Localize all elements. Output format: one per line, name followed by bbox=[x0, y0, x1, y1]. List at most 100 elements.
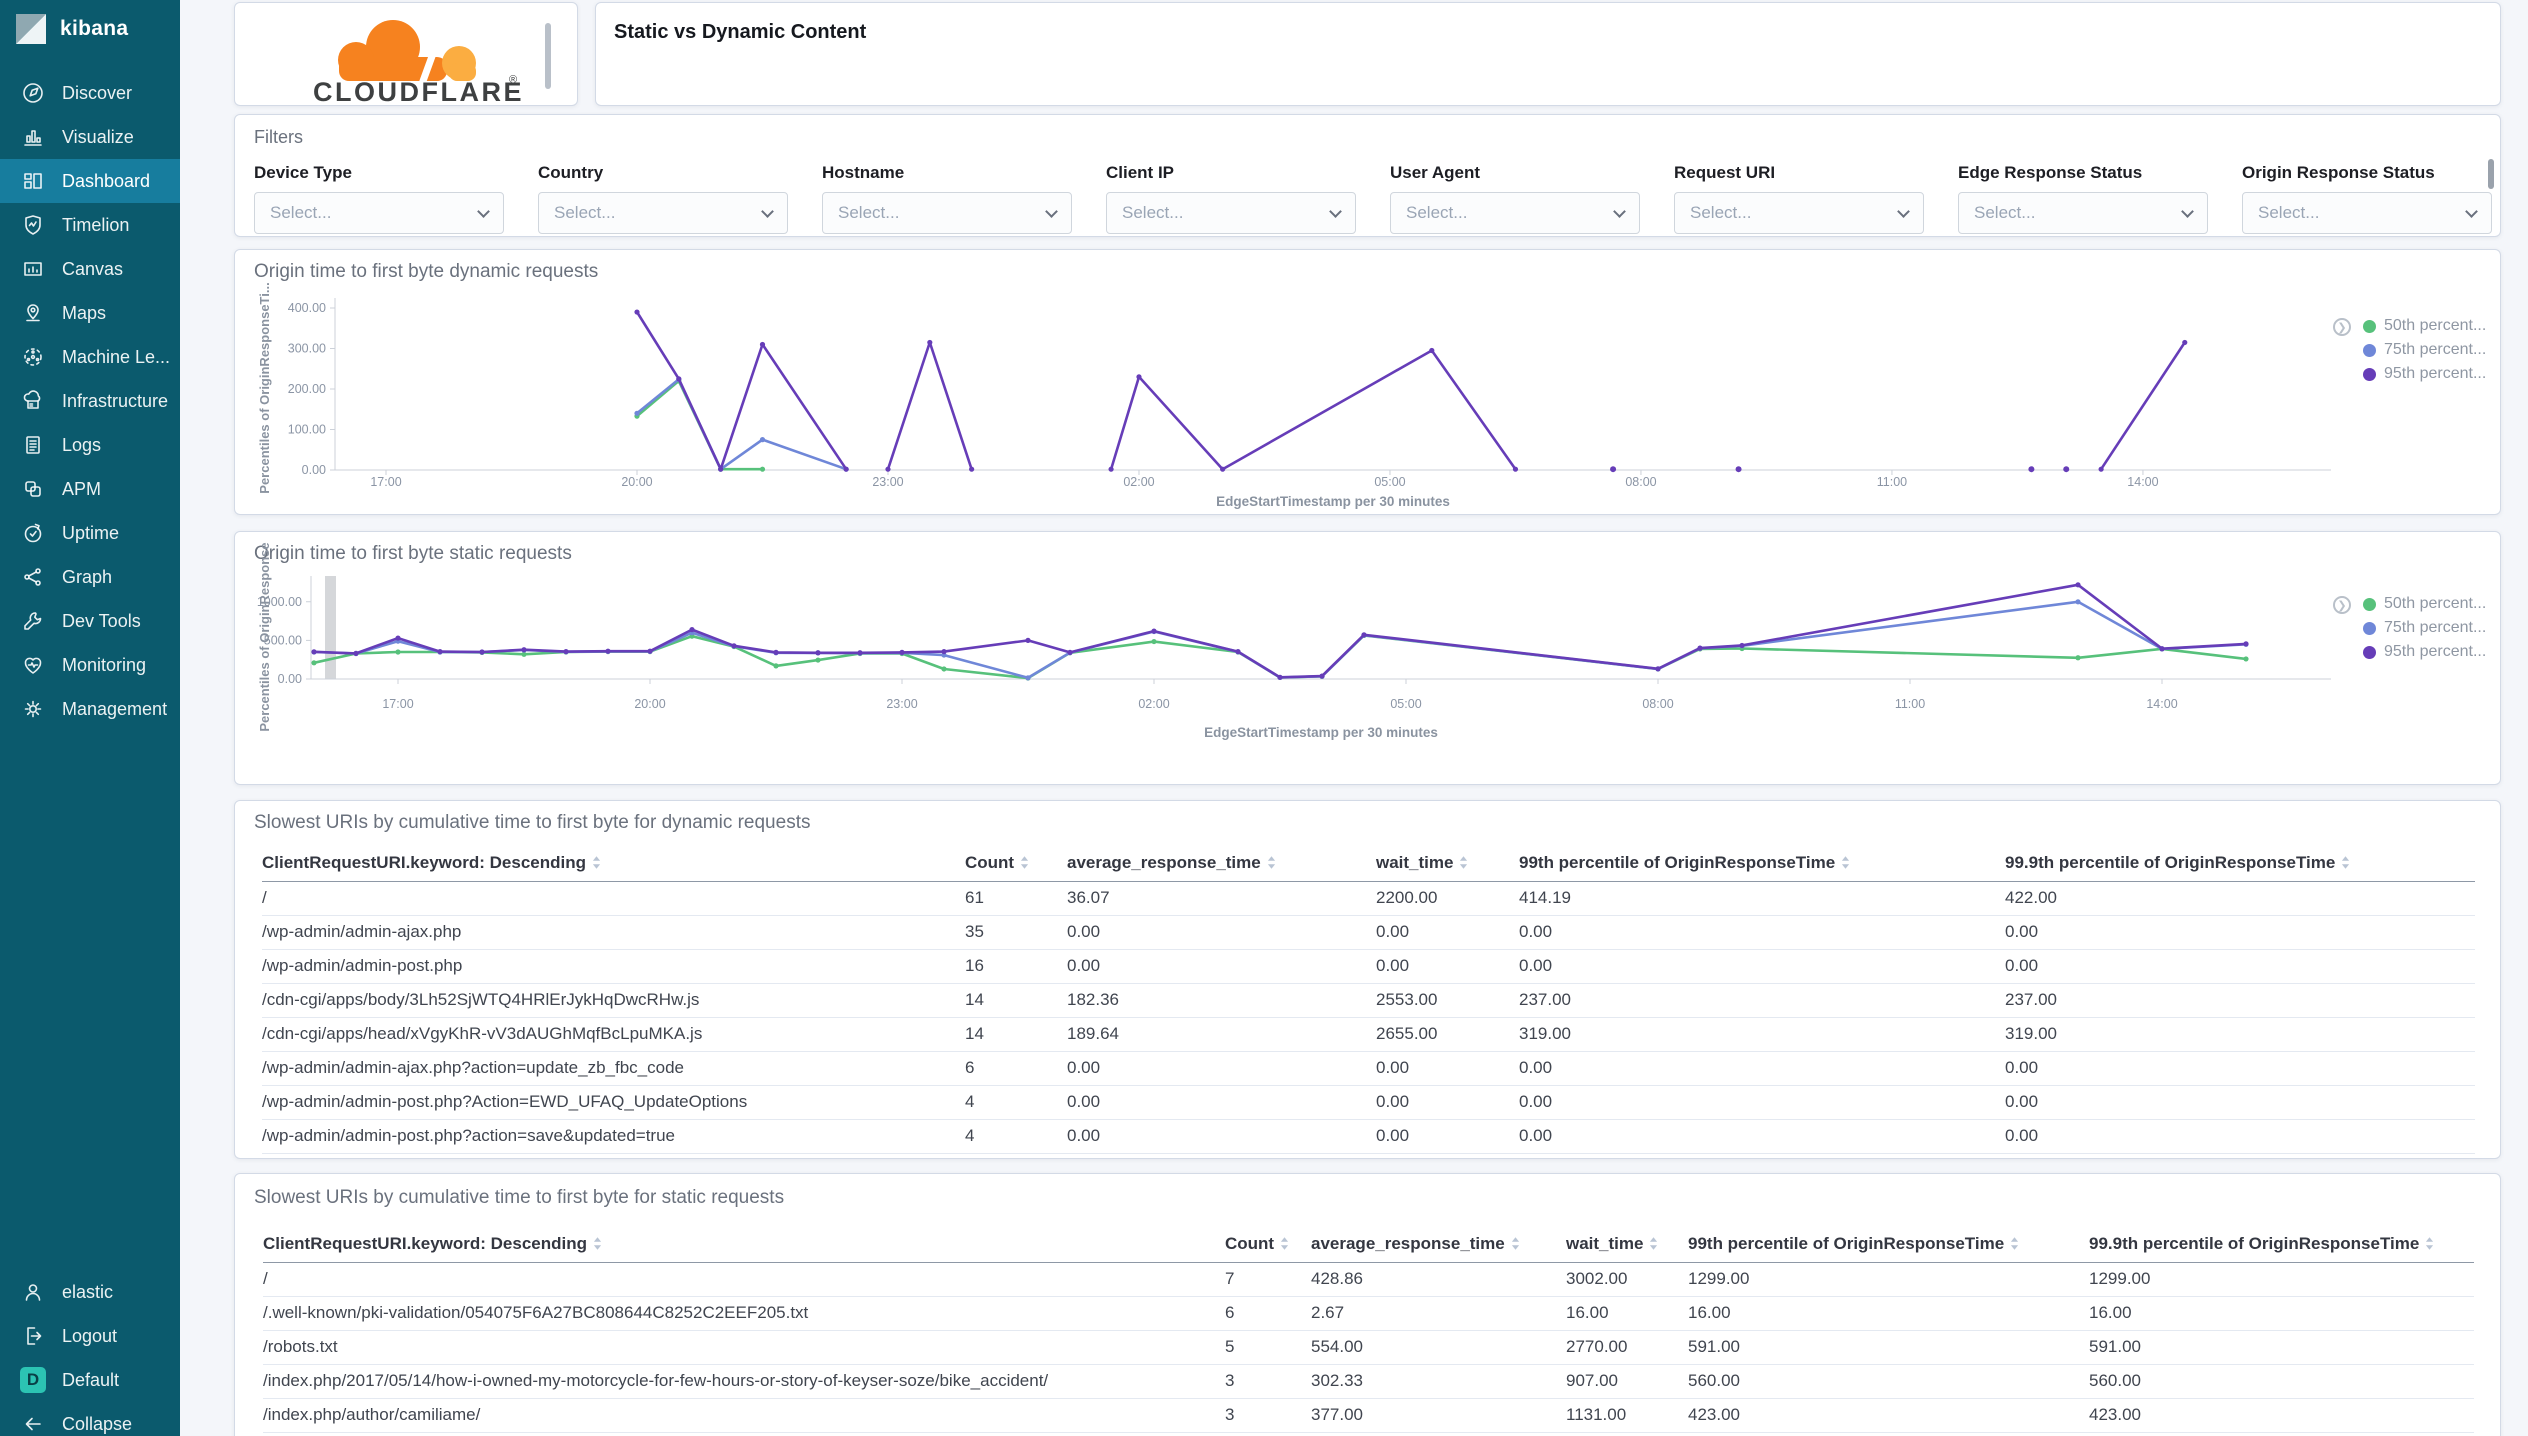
value-cell: 423.00 bbox=[1688, 1398, 2089, 1433]
sidebar-item-timelion[interactable]: Timelion bbox=[0, 203, 180, 247]
kibana-logo-icon bbox=[16, 14, 46, 44]
filter-select-edge-response-status[interactable]: Select... bbox=[1958, 192, 2208, 234]
chart-panel-dynamic: Origin time to first byte dynamic reques… bbox=[234, 249, 2501, 515]
sidebar-item-uptime[interactable]: Uptime bbox=[0, 511, 180, 555]
column-header-wait-time[interactable]: wait_time bbox=[1376, 845, 1519, 882]
sidebar-item-logout[interactable]: Logout bbox=[0, 1314, 180, 1358]
sidebar-item-dev-tools[interactable]: Dev Tools bbox=[0, 599, 180, 643]
filter-label: Device Type bbox=[254, 163, 352, 182]
filter-select-country[interactable]: Select... bbox=[538, 192, 788, 234]
column-header-99-9th-percentile-of-originresponsetime[interactable]: 99.9th percentile of OriginResponseTime bbox=[2005, 845, 2475, 882]
table-row: /robots.txt 5 554.00 2770.00 591.00 591.00 bbox=[263, 1330, 2474, 1365]
column-header-average-response-time[interactable]: average_response_time bbox=[1311, 1226, 1566, 1263]
legend-item-75th-percent[interactable]: 75th percent... bbox=[2363, 338, 2486, 362]
sidebar-item-label: Default bbox=[62, 1369, 120, 1390]
sidebar-footer: elastic Logout D Default Collapse bbox=[0, 1270, 180, 1436]
sidebar-item-discover[interactable]: Discover bbox=[0, 71, 180, 115]
select-placeholder: Select... bbox=[1406, 203, 1468, 222]
sidebar-item-label: Visualize bbox=[62, 126, 134, 147]
uri-cell: /wp-admin/admin-ajax.php bbox=[262, 915, 965, 950]
legend-item-95th-percent[interactable]: 95th percent... bbox=[2363, 640, 2486, 664]
legend-dot-icon bbox=[2363, 367, 2376, 381]
legend-label: 50th percent... bbox=[2384, 595, 2487, 612]
filter-select-device-type[interactable]: Select... bbox=[254, 192, 504, 234]
value-cell: 4 bbox=[965, 1119, 1067, 1154]
legend-toggle-icon[interactable]: ❯ bbox=[2333, 596, 2351, 614]
sidebar-item-maps[interactable]: Maps bbox=[0, 291, 180, 335]
sidebar-item-infrastructure[interactable]: Infrastructure bbox=[0, 379, 180, 423]
value-cell: 560.00 bbox=[1688, 1364, 2089, 1399]
value-cell: 16.00 bbox=[2089, 1296, 2474, 1331]
column-header-99-9th-percentile-of-originresponsetime[interactable]: 99.9th percentile of OriginResponseTime bbox=[2089, 1226, 2474, 1263]
sidebar-item-monitoring[interactable]: Monitoring bbox=[0, 643, 180, 687]
legend-item-50th-percent[interactable]: 50th percent... bbox=[2363, 314, 2486, 338]
value-cell: 0.00 bbox=[1519, 1085, 2005, 1120]
legend-item-75th-percent[interactable]: 75th percent... bbox=[2363, 616, 2486, 640]
chart-static: 0.00 500.00 1000.00 17:00 20:00 23:00 02:00 05:… bbox=[235, 532, 2500, 784]
value-cell: 0.00 bbox=[1067, 1051, 1376, 1086]
filter-request-uri: Request URI Select... bbox=[1674, 163, 1924, 234]
value-cell: 0.00 bbox=[1067, 1085, 1376, 1120]
table-row: /wp-admin/admin-ajax.php?action=update_z… bbox=[262, 1051, 2475, 1086]
heartbeat-icon bbox=[20, 652, 46, 678]
column-header-clientrequesturi-keyword-descending[interactable]: ClientRequestURI.keyword: Descending bbox=[262, 845, 965, 882]
legend-item-95th-percent[interactable]: 95th percent... bbox=[2363, 362, 2486, 386]
value-cell: 0.00 bbox=[1376, 1153, 1519, 1158]
svg-text:02:00: 02:00 bbox=[1123, 475, 1154, 489]
value-cell: 14 bbox=[965, 983, 1067, 1018]
series-line-95th-percent bbox=[2100, 341, 2186, 470]
ml-dots-icon bbox=[20, 344, 46, 370]
gear-icon bbox=[20, 696, 46, 722]
sidebar-item-default[interactable]: D Default bbox=[0, 1358, 180, 1402]
value-cell: 0.00 bbox=[1376, 1085, 1519, 1120]
column-header-label: ClientRequestURI.keyword: Descending bbox=[263, 1233, 588, 1253]
column-header-count[interactable]: Count bbox=[965, 845, 1067, 882]
column-header-clientrequesturi-keyword-descending[interactable]: ClientRequestURI.keyword: Descending bbox=[263, 1226, 1225, 1263]
uri-cell: /index.php/author/camiliame/ bbox=[263, 1398, 1225, 1433]
value-cell: 14 bbox=[965, 1017, 1067, 1052]
sidebar-item-management[interactable]: Management bbox=[0, 687, 180, 731]
uri-table-static: ClientRequestURI.keyword: Descending Coun… bbox=[263, 1226, 2474, 1433]
column-header-average-response-time[interactable]: average_response_time bbox=[1067, 845, 1376, 882]
sidebar-item-label: Machine Le... bbox=[62, 346, 171, 367]
table-row: /wp-admin/admin-post.php 16 0.00 0.00 0.00 0.… bbox=[262, 949, 2475, 984]
filter-select-user-agent[interactable]: Select... bbox=[1390, 192, 1640, 234]
value-cell: 0.00 bbox=[2005, 915, 2475, 950]
legend-toggle-icon[interactable]: ❯ bbox=[2333, 318, 2351, 336]
sidebar-item-canvas[interactable]: Canvas bbox=[0, 247, 180, 291]
uri-cell: /wp-admin/admin-post.php?action=save&upd… bbox=[262, 1119, 965, 1154]
column-header-wait-time[interactable]: wait_time bbox=[1566, 1226, 1688, 1263]
filter-select-hostname[interactable]: Select... bbox=[822, 192, 1072, 234]
sidebar-item-collapse[interactable]: Collapse bbox=[0, 1402, 180, 1436]
chart-svg: 0.00500.001000.0017:00 20:00 23:00 02:00 05:… bbox=[257, 542, 2331, 740]
legend-item-50th-percent[interactable]: 50th percent... bbox=[2363, 592, 2486, 616]
filter-client-ip: Client IP Select... bbox=[1106, 163, 1356, 234]
logo-panel-scrollbar[interactable] bbox=[545, 23, 551, 89]
sidebar-item-visualize[interactable]: Visualize bbox=[0, 115, 180, 159]
svg-text:0.00: 0.00 bbox=[302, 463, 326, 477]
value-cell: 0.00 bbox=[1519, 1119, 2005, 1154]
uri-cell: /wp-admin/admin-post.php bbox=[262, 949, 965, 984]
sidebar-item-logs[interactable]: Logs bbox=[0, 423, 180, 467]
chevron-down-icon bbox=[1329, 204, 1342, 218]
filters-panel-scrollbar[interactable] bbox=[2488, 159, 2494, 189]
sidebar-item-graph[interactable]: Graph bbox=[0, 555, 180, 599]
sidebar-item-dashboard[interactable]: Dashboard bbox=[0, 159, 180, 203]
kibana-logo[interactable]: kibana bbox=[14, 12, 128, 46]
clock-check-icon bbox=[20, 520, 46, 546]
sidebar-item-apm[interactable]: APM bbox=[0, 467, 180, 511]
filter-select-origin-response-status[interactable]: Select... bbox=[2242, 192, 2492, 234]
sidebar-item-label: APM bbox=[62, 478, 102, 499]
column-header-count[interactable]: Count bbox=[1225, 1226, 1311, 1263]
value-cell: 35 bbox=[965, 915, 1067, 950]
sidebar-item-machine-le[interactable]: Machine Le... bbox=[0, 335, 180, 379]
chart-legend-static: 50th percent... 75th percent... 95th perce… bbox=[2363, 592, 2486, 664]
column-header-99th-percentile-of-originresponsetime[interactable]: 99th percentile of OriginResponseTime bbox=[1519, 845, 2005, 882]
table-row: /wp-admin/admin-post.php?Action=EWD_UFAQ… bbox=[262, 1085, 2475, 1120]
sidebar-item-elastic[interactable]: elastic bbox=[0, 1270, 180, 1314]
column-header-99th-percentile-of-originresponsetime[interactable]: 99th percentile of OriginResponseTime bbox=[1688, 1226, 2089, 1263]
filter-select-client-ip[interactable]: Select... bbox=[1106, 192, 1356, 234]
filter-select-request-uri[interactable]: Select... bbox=[1674, 192, 1924, 234]
column-header-label: wait_time bbox=[1566, 1233, 1644, 1253]
legend-dot-icon bbox=[2363, 645, 2376, 659]
